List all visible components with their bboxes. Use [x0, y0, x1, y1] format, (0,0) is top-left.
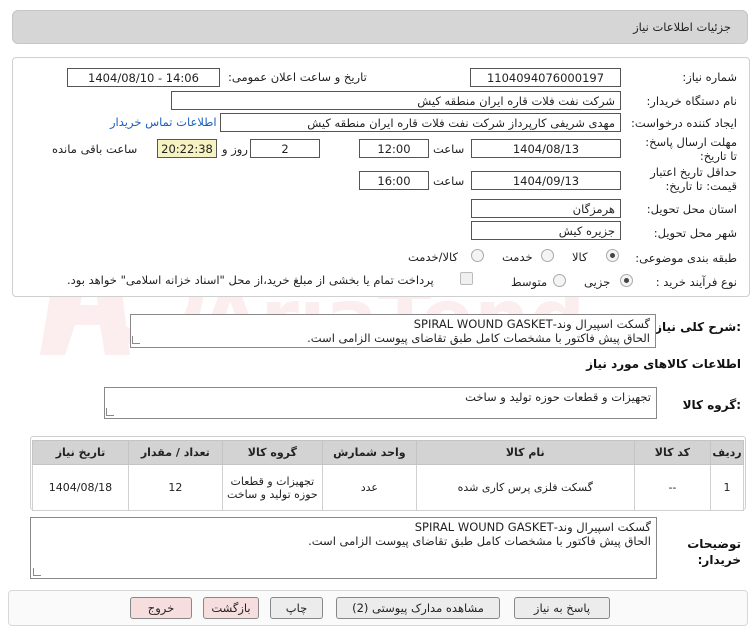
process-radio-medium[interactable]	[553, 274, 566, 287]
announce-date-label: تاریخ و ساعت اعلان عمومی:	[228, 70, 367, 84]
table-row[interactable]: 1 -- گسکت فلزی پرس کاری شده عدد تجهیزات …	[32, 464, 744, 511]
category-option-goods: کالا	[572, 250, 588, 264]
days-label: روز و	[222, 142, 248, 156]
table-header-row: ردیف کد کالا نام کالا واحد شمارش گروه کا…	[32, 440, 744, 465]
print-button[interactable]: چاپ	[270, 597, 323, 619]
treasury-payment-checkbox[interactable]	[460, 272, 473, 285]
goods-info-title: اطلاعات کالاهای مورد نیاز	[586, 357, 741, 371]
deadline-time-field: 12:00	[359, 139, 429, 158]
col-header-row-number: ردیف	[710, 440, 744, 465]
category-option-service: خدمت	[502, 250, 533, 264]
days-remaining-field: 2	[250, 139, 320, 158]
validity-date-field: 1404/09/13	[471, 171, 621, 190]
cell-group: تجهیزات و قطعات حوزه تولید و ساخت	[221, 464, 324, 511]
buyer-notes-textarea[interactable]: گسکت اسپیرال وند-SPIRAL WOUND GASKET الح…	[30, 517, 657, 579]
col-header-name: نام کالا	[415, 440, 635, 465]
cell-qty: 12	[127, 464, 223, 511]
need-number-field: 1104094076000197	[470, 68, 621, 87]
buyer-notes-resize-handle[interactable]	[33, 568, 41, 576]
col-header-date: تاریخ نیاز	[32, 440, 129, 465]
province-field: هرمزگان	[471, 199, 621, 218]
goods-table: ردیف کد کالا نام کالا واحد شمارش گروه کا…	[32, 440, 744, 511]
treasury-payment-note: پرداخت تمام یا بخشی از مبلغ خرید،از محل …	[67, 273, 434, 287]
city-label: شهر محل تحویل:	[653, 226, 737, 240]
process-type-label: نوع فرآیند خرید :	[655, 275, 737, 289]
category-radio-service[interactable]	[541, 249, 554, 262]
col-header-group: گروه کالا	[221, 440, 324, 465]
category-radio-goods[interactable]	[606, 249, 619, 262]
announce-date-field: 1404/08/10 - 14:06	[67, 68, 220, 87]
back-button[interactable]: بازگشت	[203, 597, 259, 619]
cell-date: 1404/08/18	[32, 464, 129, 511]
city-field: جزیره کیش	[471, 221, 621, 240]
process-radio-minor[interactable]	[620, 274, 633, 287]
validity-label: حداقل تاریخ اعتبار قیمت: تا تاریخ:	[650, 165, 737, 193]
cell-code: --	[633, 464, 712, 511]
reply-button[interactable]: پاسخ به نیاز	[514, 597, 610, 619]
description-resize-handle[interactable]	[132, 336, 140, 344]
category-option-goods-service: کالا/خدمت	[408, 250, 459, 264]
cell-unit: عدد	[322, 464, 417, 511]
validity-time-label: ساعت	[433, 174, 465, 188]
creator-field: مهدی شریفی کارپرداز شرکت نفت فلات قاره ا…	[220, 113, 621, 132]
description-textarea[interactable]: گسکت اسپیرال وند-SPIRAL WOUND GASKET الح…	[130, 314, 656, 348]
need-number-label: شماره نیاز:	[682, 70, 737, 84]
remaining-time-field: 20:22:38	[157, 139, 217, 158]
goods-group-label: گروه کالا:	[682, 398, 741, 412]
process-option-minor: جزیی	[584, 275, 611, 289]
exit-button[interactable]: خروج	[130, 597, 192, 619]
buyer-org-label: نام دستگاه خریدار:	[646, 94, 737, 108]
cell-row-number: 1	[710, 464, 744, 511]
description-label: شرح کلی نیاز:	[655, 320, 741, 334]
goods-group-resize-handle[interactable]	[106, 408, 114, 416]
category-label: طبقه بندی موضوعی:	[635, 251, 737, 265]
buyer-notes-label: توضیحات خریدار:	[687, 537, 741, 567]
process-option-medium: متوسط	[511, 275, 548, 289]
buyer-contact-link[interactable]: اطلاعات تماس خریدار	[110, 115, 217, 129]
col-header-qty: تعداد / مقدار	[127, 440, 223, 465]
validity-time-field: 16:00	[359, 171, 429, 190]
creator-label: ایجاد کننده درخواست:	[631, 116, 737, 130]
cell-name: گسکت فلزی پرس کاری شده	[415, 464, 635, 511]
col-header-code: کد کالا	[633, 440, 712, 465]
goods-group-field: تجهیزات و قطعات حوزه تولید و ساخت	[104, 387, 657, 419]
remaining-time-label: ساعت باقی مانده	[52, 142, 138, 156]
page-title: جزئیات اطلاعات نیاز	[633, 20, 731, 34]
deadline-time-label: ساعت	[433, 142, 465, 156]
province-label: استان محل تحویل:	[646, 202, 737, 216]
view-attachments-button[interactable]: مشاهده مدارک پیوستی (2)	[336, 597, 500, 619]
deadline-date-field: 1404/08/13	[471, 139, 621, 158]
buyer-org-field: شرکت نفت فلات قاره ایران منطقه کیش	[171, 91, 621, 110]
page-header: جزئیات اطلاعات نیاز	[12, 10, 748, 44]
deadline-label: مهلت ارسال پاسخ: تا تاریخ:	[645, 135, 737, 163]
category-radio-goods-service[interactable]	[471, 249, 484, 262]
col-header-unit: واحد شمارش	[322, 440, 417, 465]
